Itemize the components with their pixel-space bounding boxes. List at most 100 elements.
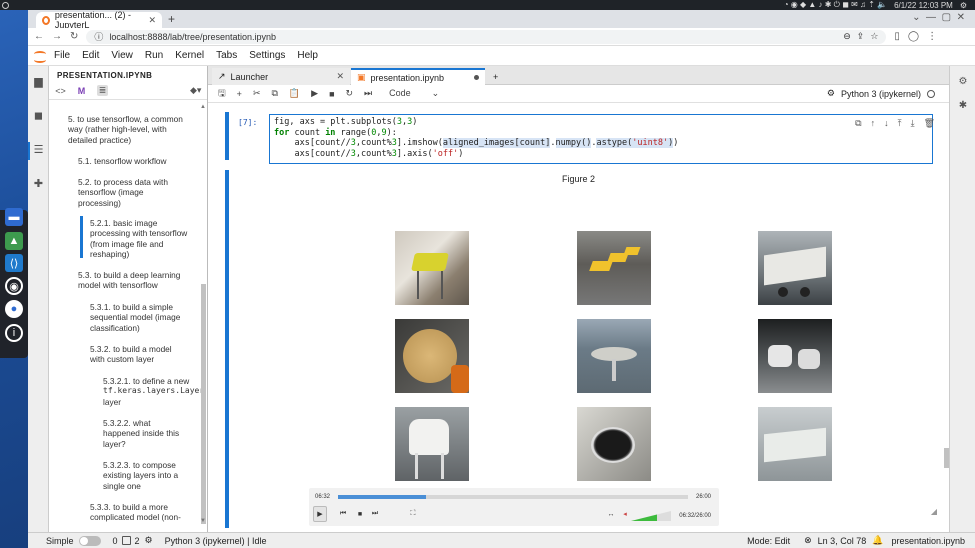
kebab-menu-icon[interactable]: ⋮	[927, 31, 937, 42]
move-up-icon[interactable]: ↑	[871, 118, 876, 129]
delete-icon[interactable]: 🗑	[924, 118, 935, 129]
close-icon[interactable]: ✕	[336, 71, 344, 82]
new-tab-button[interactable]: +	[168, 12, 175, 26]
code-editor[interactable]: fig, axs = plt.subplots(3,3) for count i…	[269, 114, 933, 164]
kernel-icon[interactable]: ⚙	[145, 535, 153, 546]
folder-icon[interactable]: ▆	[32, 76, 45, 89]
menu-help[interactable]: Help	[297, 50, 318, 61]
skip-forward-icon[interactable]: ⏭	[369, 508, 381, 520]
reload-icon[interactable]: ↻	[70, 31, 78, 42]
zoom-icon[interactable]: ⊖	[843, 31, 851, 42]
forward-icon[interactable]: →	[52, 31, 62, 42]
copy-icon[interactable]: ⧉	[271, 88, 277, 99]
menu-tabs[interactable]: Tabs	[216, 50, 237, 61]
menu-kernel[interactable]: Kernel	[175, 50, 204, 61]
sidepanel-icon[interactable]: ▯	[894, 31, 900, 42]
tab-launcher[interactable]: ↗ Launcher ✕	[212, 68, 350, 85]
unsaved-dot-icon[interactable]	[474, 75, 479, 80]
debugger-icon[interactable]: ✱	[957, 100, 969, 112]
toc-item[interactable]: 5.3.1. to build a simple sequential mode…	[90, 302, 180, 333]
video-seek-bar[interactable]	[338, 495, 688, 499]
cursor-position[interactable]: Ln 3, Col 78	[818, 536, 867, 546]
menu-settings[interactable]: Settings	[249, 50, 285, 61]
play-icon[interactable]: ▶	[313, 506, 327, 522]
restart-icon[interactable]: ↻	[346, 88, 354, 99]
volume-slider[interactable]	[631, 511, 671, 521]
fullscreen-icon[interactable]: ⛶	[407, 508, 419, 520]
toc-item[interactable]: 5.3.2.2. what happened inside this layer…	[103, 418, 179, 449]
insert-above-icon[interactable]: ⤒	[898, 118, 902, 129]
system-menu-icon[interactable]	[2, 1, 9, 9]
insert-below-icon[interactable]: ⤓	[911, 118, 915, 129]
toc-item[interactable]: 5.3. to build a deep learning model with…	[78, 270, 180, 291]
output-collapser[interactable]	[225, 170, 229, 528]
share-icon[interactable]: ⇪	[857, 31, 865, 42]
info-icon[interactable]: i	[5, 324, 23, 342]
run-icon[interactable]: ▶	[311, 88, 318, 99]
add-cell-icon[interactable]: +	[237, 89, 242, 99]
stop-icon[interactable]: ■	[354, 508, 366, 520]
menu-edit[interactable]: Edit	[82, 50, 99, 61]
chromium-icon[interactable]: ●	[5, 300, 23, 318]
clock[interactable]: 6/1/22 12:03 PM	[894, 1, 953, 10]
kernel-indicator[interactable]: ⚙ Python 3 (ipykernel)	[827, 88, 935, 99]
toc-item[interactable]: 5.2. to process data with tensorflow (im…	[78, 177, 168, 208]
close-icon[interactable]: ✕	[148, 15, 156, 26]
move-down-icon[interactable]: ↓	[884, 118, 889, 129]
bell-icon[interactable]: 🔔	[872, 535, 883, 546]
duplicate-icon[interactable]: ⧉	[855, 118, 861, 129]
terminal-icon[interactable]	[121, 536, 131, 545]
paste-icon[interactable]: 📋	[289, 88, 300, 99]
toc-item[interactable]: 5.3.2.3. to compose existing layers into…	[103, 460, 178, 491]
new-tab-button[interactable]: +	[487, 68, 503, 85]
check-icon[interactable]: ⊗	[804, 535, 812, 546]
files-app-icon[interactable]: ▬	[5, 208, 23, 226]
numbering-toggle-icon[interactable]: ≣	[97, 85, 108, 96]
menu-view[interactable]: View	[111, 50, 133, 61]
save-icon[interactable]: 🖫	[218, 86, 226, 102]
window-controls[interactable]: ⌄ — ▢ ✕	[912, 12, 965, 23]
toc-item-active[interactable]: 5.2.1. basic image processing with tenso…	[90, 218, 187, 260]
kernel-status[interactable]: Python 3 (ipykernel) | Idle	[165, 536, 267, 546]
url-text[interactable]: localhost:8888/lab/tree/presentation.ipy…	[109, 32, 276, 42]
menu-file[interactable]: File	[54, 50, 70, 61]
scroll-up-icon[interactable]: ▲	[200, 104, 206, 110]
toc-item[interactable]: 5.3.2.1. to define a new tf.keras.layers…	[103, 376, 201, 407]
vscode-icon[interactable]: ⟨⟩	[5, 254, 23, 272]
resize-handle-icon[interactable]: ◢	[931, 507, 937, 516]
simple-mode-toggle[interactable]	[78, 535, 101, 546]
scroll-down-icon[interactable]: ▼	[200, 518, 206, 524]
extension-icon[interactable]: ✚	[32, 178, 45, 191]
bookmark-star-icon[interactable]: ☆	[870, 31, 878, 42]
toc-scrollbar[interactable]	[201, 284, 206, 524]
toc-icon[interactable]: ☰	[32, 144, 45, 157]
toc-item[interactable]: 5.3.2. to build a model with custom laye…	[90, 344, 172, 365]
cut-icon[interactable]: ✂	[253, 88, 261, 99]
settings-icon[interactable]: ⚙	[960, 1, 967, 10]
image-viewer-icon[interactable]: ▲	[5, 232, 23, 250]
running-icon[interactable]: ◼	[32, 110, 45, 123]
cell-type-select[interactable]: Code ⌄	[389, 88, 439, 99]
expand-icon[interactable]: ↔	[605, 508, 617, 520]
tab-presentation[interactable]: ▣ presentation.ipynb	[351, 68, 485, 85]
tray-icons[interactable]: ◔ ◉ ◆ ▲ ♪ ✱ ⏻ ◼ ✉ ♫ ⇡ 🔈	[784, 0, 887, 10]
toc-item[interactable]: 5.1. tensorflow workflow	[78, 156, 167, 166]
back-icon[interactable]: ←	[34, 31, 44, 42]
video-player[interactable]: 06:32 26:00 ▶ ⏮ ■ ⏭ ⛶ ↔ ◂ 06:32/26:00	[309, 488, 719, 526]
address-bar[interactable]: ⓘ localhost:8888/lab/tree/presentation.i…	[86, 29, 887, 44]
fast-forward-icon[interactable]: ⏭	[364, 88, 372, 99]
obs-icon[interactable]: ◉	[5, 277, 23, 295]
volume-icon[interactable]: ◂	[619, 508, 631, 520]
code-toggle-icon[interactable]: <>	[55, 86, 66, 96]
toc-item[interactable]: 5.3.3. to build a more complicated model…	[90, 502, 181, 523]
tag-icon[interactable]: ◆▾	[190, 85, 201, 96]
stop-icon[interactable]: ■	[329, 89, 334, 99]
menu-run[interactable]: Run	[145, 50, 163, 61]
profile-icon[interactable]: ◯	[908, 31, 919, 42]
markdown-toggle-icon[interactable]: M	[76, 86, 87, 96]
toc-item[interactable]: 5. to use tensorflow, a common way (rath…	[68, 114, 183, 145]
skip-back-icon[interactable]: ⏮	[337, 508, 349, 520]
gear-icon[interactable]: ⚙	[957, 76, 969, 88]
cell-collapser[interactable]	[225, 112, 229, 160]
browser-tab[interactable]: presentation... (2) - JupyterL ✕	[36, 10, 162, 30]
